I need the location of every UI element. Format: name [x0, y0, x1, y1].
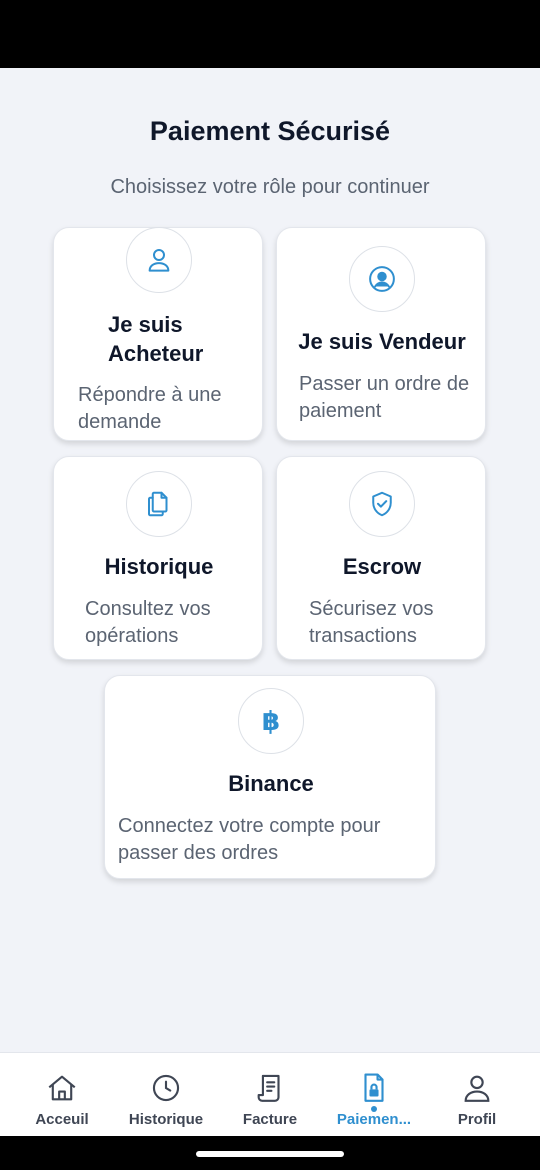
buyer-card[interactable]: Je suis Acheteur Répondre à une demande	[53, 227, 263, 441]
seller-card[interactable]: Je suis Vendeur Passer un ordre de paiem…	[276, 227, 486, 441]
user-circle-icon	[349, 246, 415, 312]
nav-label-invoice: Facture	[242, 1111, 298, 1128]
shield-check-icon	[349, 471, 415, 537]
bottom-navigation: Acceuil Historique Facture Paiemen... Pr…	[0, 1052, 540, 1136]
escrow-card[interactable]: Escrow Sécurisez vos transactions	[276, 456, 486, 660]
history-card-description: Consultez vos opérations	[85, 598, 211, 647]
nav-item-home[interactable]: Acceuil	[8, 1053, 116, 1137]
page-subtitle: Choisissez votre rôle pour continuer	[110, 176, 430, 198]
nav-item-profile[interactable]: Profil	[423, 1053, 531, 1137]
binance-card-title: Binance	[228, 771, 314, 796]
user-icon	[126, 227, 192, 293]
clock-icon	[152, 1074, 180, 1102]
seller-card-description: Passer un ordre de paiement	[299, 373, 470, 422]
nav-item-history[interactable]: Historique	[112, 1053, 220, 1137]
gesture-bar	[0, 1136, 540, 1170]
home-icon	[48, 1075, 76, 1101]
status-bar	[0, 0, 540, 68]
escrow-card-title: Escrow	[342, 554, 422, 579]
nav-label-payment: Paiemen...	[336, 1111, 412, 1128]
nav-label-home: Acceuil	[35, 1111, 89, 1128]
escrow-card-description: Sécurisez vos transactions	[309, 598, 434, 647]
nav-label-profile: Profil	[457, 1111, 497, 1128]
buyer-card-description: Répondre à une demande	[78, 384, 222, 433]
history-card[interactable]: Historique Consultez vos opérations	[53, 456, 263, 660]
nav-item-invoice[interactable]: Facture	[216, 1053, 324, 1137]
receipt-icon	[257, 1074, 280, 1102]
nav-label-history: Historique	[128, 1111, 204, 1128]
buyer-card-title: Je suis Acheteur	[108, 312, 204, 366]
bitcoin-icon: ฿	[238, 688, 304, 754]
history-card-title: Historique	[104, 554, 214, 579]
seller-card-title: Je suis Vendeur	[298, 329, 466, 354]
svg-text:฿: ฿	[262, 707, 280, 736]
home-gesture-handle[interactable]	[196, 1151, 344, 1157]
binance-card-description: Connectez votre compte pour passer des o…	[118, 815, 381, 864]
page-title: Paiement Sécurisé	[149, 116, 391, 146]
payment-lock-icon	[364, 1073, 384, 1102]
documents-icon	[126, 471, 192, 537]
nav-item-payment[interactable]: Paiemen...	[320, 1053, 428, 1137]
person-icon	[464, 1075, 490, 1102]
binance-card[interactable]: ฿ Binance Connectez votre compte pour pa…	[104, 675, 436, 879]
